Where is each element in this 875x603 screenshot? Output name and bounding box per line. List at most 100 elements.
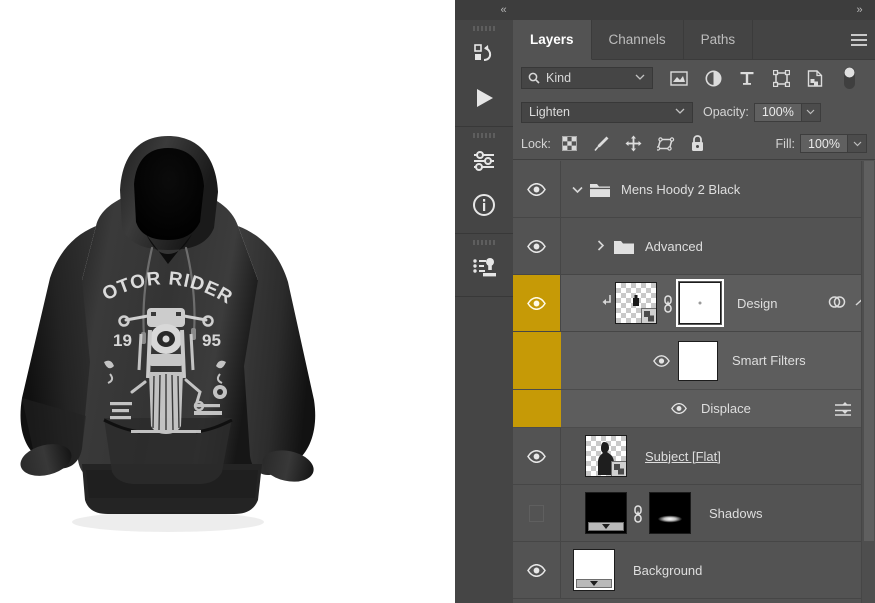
layer-visibility-toggle[interactable] bbox=[513, 428, 561, 484]
clipping-mask-arrow-icon bbox=[597, 294, 615, 312]
opacity-input[interactable]: 100% bbox=[753, 102, 802, 122]
fill-input[interactable]: 100% bbox=[800, 134, 848, 153]
layer-thumbnail[interactable] bbox=[573, 549, 615, 591]
layer-thumbnail[interactable] bbox=[585, 435, 627, 477]
layer-mask-thumbnail[interactable] bbox=[676, 279, 724, 327]
tab-paths[interactable]: Paths bbox=[683, 20, 754, 60]
rail-group-adjustments bbox=[455, 127, 513, 234]
displace-body[interactable]: Displace bbox=[561, 390, 875, 427]
rail-drag-handle[interactable] bbox=[455, 234, 513, 246]
layer-visibility-toggle[interactable] bbox=[513, 485, 561, 541]
pixel-layer-filter-icon[interactable] bbox=[669, 68, 689, 88]
hamburger-menu-icon[interactable] bbox=[851, 33, 867, 46]
eye-icon bbox=[527, 449, 546, 463]
smart-object-filter-icon[interactable] bbox=[805, 68, 825, 88]
lock-icon-group bbox=[561, 135, 707, 153]
layer-row-smart-filters[interactable]: Smart Filters bbox=[513, 332, 875, 390]
rail-group-history bbox=[455, 20, 513, 127]
layer-visibility-toggle[interactable] bbox=[513, 218, 561, 274]
chevron-down-icon bbox=[675, 108, 685, 114]
link-mask-icon[interactable] bbox=[627, 503, 649, 523]
layer-list-scrollbar[interactable] bbox=[861, 161, 875, 603]
layer-name: Subject [Flat] bbox=[645, 448, 721, 464]
link-mask-icon[interactable] bbox=[657, 293, 679, 313]
dock-topbar: « » bbox=[455, 0, 875, 20]
layer-row-subject-flat[interactable]: Subject [Flat] bbox=[513, 428, 875, 485]
lock-image-pixels-icon[interactable] bbox=[593, 135, 611, 153]
smart-filters-mask-thumbnail[interactable] bbox=[678, 340, 718, 381]
layer-thumbnail[interactable] bbox=[585, 492, 627, 534]
eye-icon bbox=[653, 354, 670, 367]
layer-row-group-mens-hoody[interactable]: Mens Hoody 2 Black bbox=[513, 161, 875, 218]
rail-group-clone bbox=[455, 234, 513, 297]
fill-stepper[interactable] bbox=[848, 134, 867, 153]
smart-filters-visibility-toggle[interactable] bbox=[653, 354, 670, 367]
layer-name: Advanced bbox=[645, 238, 703, 254]
info-icon[interactable] bbox=[455, 183, 513, 227]
scrollbar-thumb[interactable] bbox=[864, 161, 874, 541]
tab-layers[interactable]: Layers bbox=[513, 20, 592, 60]
layer-visibility-toggle[interactable] bbox=[513, 275, 561, 331]
fill-value: 100% bbox=[808, 136, 840, 151]
play-icon[interactable] bbox=[455, 76, 513, 120]
layer-row-body[interactable]: Design bbox=[561, 275, 875, 331]
layer-row-body[interactable]: Shadows bbox=[561, 485, 875, 541]
panel-tabbar: Layers Channels Paths bbox=[513, 20, 875, 60]
double-chevron-right-icon[interactable]: » bbox=[849, 3, 869, 17]
layer-row-background[interactable]: Background bbox=[513, 542, 875, 599]
layer-row-design[interactable]: Design bbox=[513, 275, 875, 332]
chevron-down-icon bbox=[806, 109, 815, 115]
layer-visibility-toggle[interactable] bbox=[513, 542, 561, 598]
adjustment-layer-filter-icon[interactable] bbox=[703, 68, 723, 88]
blend-mode-select[interactable]: Lighten bbox=[521, 101, 693, 123]
tab-channels[interactable]: Channels bbox=[591, 20, 684, 60]
layer-row-body[interactable]: Mens Hoody 2 Black bbox=[561, 161, 875, 217]
tabbar-filler bbox=[753, 20, 875, 60]
smart-filters-body[interactable]: Smart Filters bbox=[561, 332, 875, 389]
layer-row-displace[interactable]: Displace bbox=[513, 390, 875, 428]
double-chevron-left-icon[interactable]: « bbox=[493, 3, 513, 17]
chevron-right-icon[interactable] bbox=[591, 239, 611, 254]
rail-drag-handle[interactable] bbox=[455, 20, 513, 32]
shape-layer-filter-icon[interactable] bbox=[771, 68, 791, 88]
history-actions-icon[interactable] bbox=[455, 32, 513, 76]
hoodie-mockup-image: MOTOR RIDERS bbox=[0, 130, 330, 550]
layer-name: Shadows bbox=[709, 505, 763, 521]
layer-thumbnail[interactable] bbox=[615, 282, 657, 324]
layers-panel: Layers Channels Paths Kind Lighten Opaci… bbox=[513, 20, 875, 603]
chevron-down-icon[interactable] bbox=[567, 182, 587, 197]
smart-object-badge-icon bbox=[611, 461, 626, 476]
folder-open-icon bbox=[587, 181, 613, 198]
layer-row-shadows[interactable]: Shadows bbox=[513, 485, 875, 542]
folder-icon bbox=[611, 238, 637, 255]
opacity-stepper[interactable] bbox=[801, 102, 821, 122]
chevron-down-icon bbox=[853, 141, 861, 146]
mask-glow bbox=[658, 515, 682, 523]
clone-source-icon[interactable] bbox=[455, 246, 513, 290]
filter-toggle-switch[interactable] bbox=[839, 67, 859, 89]
layer-mask-thumbnail[interactable] bbox=[649, 492, 691, 534]
lock-label: Lock: bbox=[521, 136, 551, 151]
filter-kind-select[interactable]: Kind bbox=[521, 67, 653, 89]
svg-text:19: 19 bbox=[113, 331, 132, 350]
layer-row-group-advanced[interactable]: Advanced bbox=[513, 218, 875, 275]
layer-row-body[interactable]: Advanced bbox=[561, 218, 875, 274]
eye-icon bbox=[671, 403, 687, 414]
layer-row-body[interactable]: Subject [Flat] bbox=[561, 428, 875, 484]
document-canvas: MOTOR RIDERS bbox=[0, 0, 455, 603]
layer-visibility-toggle[interactable] bbox=[513, 161, 561, 217]
chevron-down-icon bbox=[635, 74, 645, 80]
rail-drag-handle[interactable] bbox=[455, 127, 513, 139]
lock-artboard-nesting-icon[interactable] bbox=[656, 135, 675, 153]
layer-row-body[interactable]: Background bbox=[561, 542, 875, 598]
lock-position-icon[interactable] bbox=[625, 135, 643, 153]
lock-transparent-pixels-icon[interactable] bbox=[561, 135, 579, 153]
opacity-label: Opacity: bbox=[703, 105, 749, 119]
type-layer-filter-icon[interactable] bbox=[737, 68, 757, 88]
eye-icon bbox=[527, 563, 546, 577]
smart-filters-icon[interactable] bbox=[828, 294, 846, 313]
adjustments-icon[interactable] bbox=[455, 139, 513, 183]
lock-all-icon[interactable] bbox=[689, 135, 707, 153]
opacity-value: 100% bbox=[761, 105, 794, 119]
displace-visibility-toggle[interactable] bbox=[671, 403, 687, 414]
